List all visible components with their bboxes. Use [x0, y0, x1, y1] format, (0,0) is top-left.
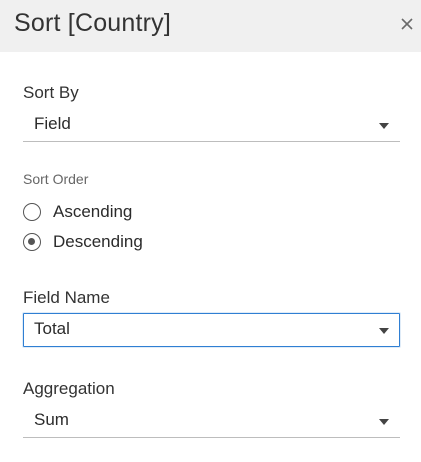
- radio-descending-label: Descending: [53, 232, 143, 251]
- dialog-title: Sort [Country]: [14, 9, 172, 37]
- radio-descending-circle[interactable]: [23, 233, 41, 251]
- aggregation-select[interactable]: Sum: [23, 404, 400, 438]
- chevron-down-icon: [379, 419, 389, 425]
- aggregation-value: Sum: [34, 410, 69, 429]
- radio-ascending-circle[interactable]: [23, 203, 41, 221]
- sort-order-label: Sort Order: [23, 171, 89, 187]
- radio-ascending-label: Ascending: [53, 202, 133, 221]
- chevron-down-icon: [379, 328, 389, 334]
- field-name-select[interactable]: Total: [23, 313, 400, 347]
- sort-by-label: Sort By: [23, 83, 79, 102]
- sort-by-select[interactable]: Field: [23, 108, 400, 142]
- dialog-header: Sort [Country]: [0, 0, 421, 52]
- radio-selected-dot: [28, 238, 35, 245]
- field-name-label: Field Name: [23, 288, 110, 307]
- chevron-down-icon: [379, 123, 389, 129]
- sort-by-value: Field: [34, 114, 71, 133]
- field-name-value: Total: [34, 319, 70, 338]
- close-icon[interactable]: [396, 13, 418, 35]
- aggregation-label: Aggregation: [23, 379, 115, 398]
